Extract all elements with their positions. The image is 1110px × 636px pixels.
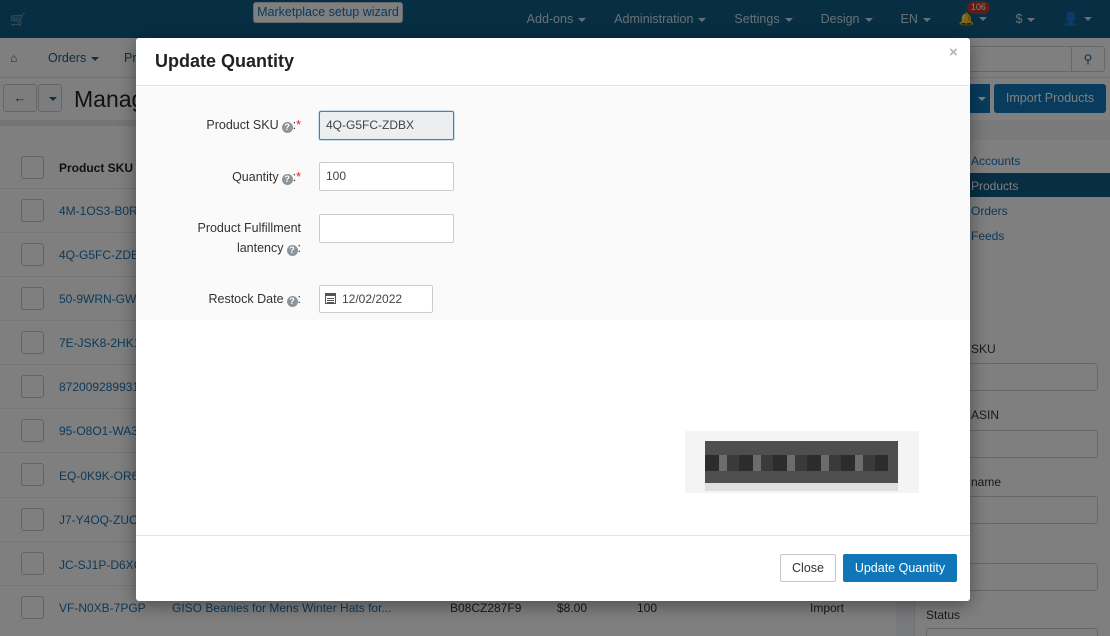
quantity-input[interactable]: 100 <box>319 162 454 191</box>
modal-footer: Close Update Quantity <box>136 535 970 601</box>
redacted-image <box>685 431 919 493</box>
modal-title: Update Quantity <box>155 51 295 71</box>
update-quantity-dialog: Update Quantity × Product SKU?:* 4Q-G5FC… <box>136 38 970 601</box>
restock-date-label: Restock Date?: <box>208 292 301 307</box>
required-marker: * <box>296 170 301 184</box>
help-icon[interactable]: ? <box>286 296 298 307</box>
fulfillment-latency-label: Product Fulfillment lantency?: <box>197 221 301 256</box>
modal-header: Update Quantity × <box>136 38 970 86</box>
product-sku-input[interactable]: 4Q-G5FC-ZDBX <box>319 111 454 140</box>
required-marker: * <box>296 118 301 132</box>
restock-date-input[interactable]: 12/02/2022 <box>319 285 433 313</box>
help-icon[interactable]: ? <box>281 122 293 133</box>
update-quantity-button[interactable]: Update Quantity <box>843 554 957 582</box>
help-icon[interactable]: ? <box>281 174 293 185</box>
close-button[interactable]: Close <box>780 554 836 582</box>
product-sku-label: Product SKU?:* <box>206 118 301 133</box>
fulfillment-latency-input[interactable] <box>319 214 454 243</box>
help-icon[interactable]: ? <box>286 245 298 256</box>
quantity-label: Quantity?:* <box>232 170 301 185</box>
calendar-icon <box>325 293 336 304</box>
close-icon[interactable]: × <box>949 44 958 61</box>
